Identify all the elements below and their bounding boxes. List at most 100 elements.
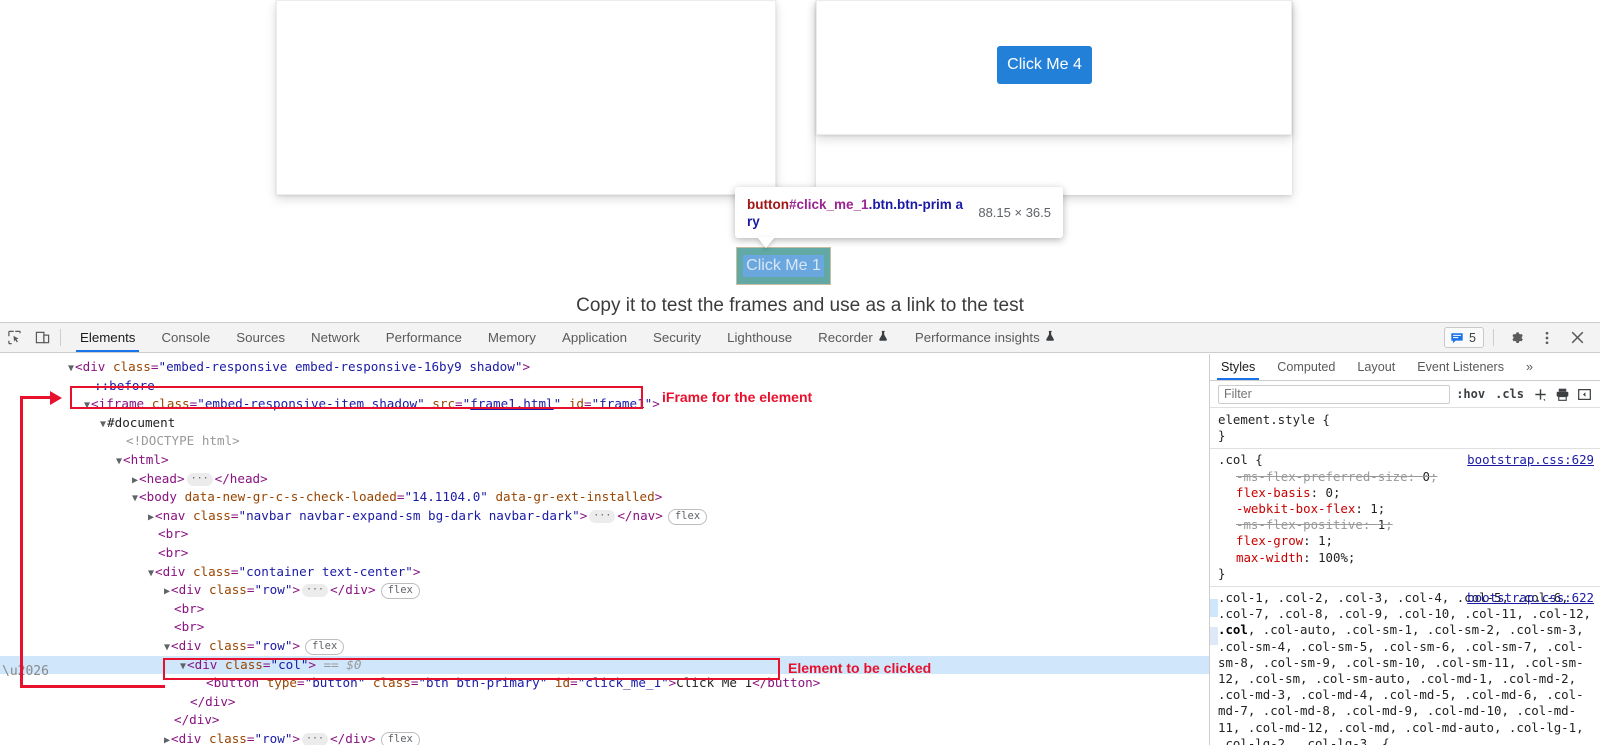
toolbar-right-separator bbox=[1493, 329, 1494, 346]
dom-node[interactable]: ::before bbox=[0, 377, 1209, 396]
css-rule-selector[interactable]: element.style { bbox=[1218, 412, 1594, 428]
close-icon[interactable] bbox=[1563, 325, 1591, 351]
dom-twisty-closed[interactable] bbox=[148, 512, 154, 523]
dom-node[interactable]: <br> bbox=[0, 600, 1209, 619]
dom-tree[interactable]: <div class="embed-responsive embed-respo… bbox=[0, 354, 1209, 745]
css-property[interactable]: flex-grow bbox=[1236, 533, 1303, 548]
css-declaration[interactable]: -webkit-box-flex: 1; bbox=[1218, 501, 1594, 517]
dom-node[interactable]: <br> bbox=[0, 618, 1209, 637]
dom-node[interactable]: <br> bbox=[0, 544, 1209, 563]
tooltip-tag: button bbox=[747, 197, 789, 212]
devtools-tab-recorder[interactable]: Recorder bbox=[805, 323, 902, 352]
css-value[interactable]: 1 bbox=[1378, 517, 1385, 532]
styles-tab-[interactable]: » bbox=[1515, 354, 1544, 380]
dom-node[interactable]: <div class="row">···</div>flex bbox=[0, 581, 1209, 600]
css-value[interactable]: 0 bbox=[1326, 485, 1333, 500]
devtools-tab-application[interactable]: Application bbox=[549, 323, 640, 352]
print-media-icon[interactable] bbox=[1552, 387, 1572, 402]
css-rule-selector[interactable]: .col-1, .col-2, .col-3, .col-4, .col-5, … bbox=[1218, 590, 1594, 745]
dom-node-selected[interactable]: <div class="col"> == $0 bbox=[0, 656, 1209, 675]
dom-node[interactable]: <br> bbox=[0, 525, 1209, 544]
styles-rules-list[interactable]: element.style {}.col {bootstrap.css:629-… bbox=[1210, 409, 1600, 745]
dom-twisty-open[interactable] bbox=[180, 661, 186, 672]
styles-tab-event-listeners[interactable]: Event Listeners bbox=[1406, 354, 1515, 380]
click-me-4-button[interactable]: Click Me 4 bbox=[997, 46, 1092, 84]
dom-twisty-open[interactable] bbox=[148, 568, 154, 579]
css-rule[interactable]: element.style {} bbox=[1210, 409, 1600, 449]
styles-tab-layout[interactable]: Layout bbox=[1346, 354, 1406, 380]
css-rule-origin[interactable]: bootstrap.css:629 bbox=[1467, 452, 1594, 468]
inspect-element-icon[interactable] bbox=[0, 323, 28, 352]
dom-twisty-closed[interactable] bbox=[164, 735, 170, 745]
device-toolbar-icon[interactable] bbox=[28, 323, 56, 352]
dom-twisty-closed[interactable] bbox=[132, 475, 138, 486]
styles-filter-input[interactable] bbox=[1218, 385, 1450, 404]
dom-node-markup: <div class="row">···</div>flex bbox=[171, 582, 420, 597]
dom-twisty-closed[interactable] bbox=[164, 586, 170, 597]
message-count-badge[interactable]: 5 bbox=[1444, 327, 1484, 348]
toggle-sidebar-icon[interactable] bbox=[1574, 387, 1594, 402]
elements-panel: <div class="embed-responsive embed-respo… bbox=[0, 354, 1209, 745]
plus-icon[interactable] bbox=[1530, 387, 1550, 402]
css-rule[interactable]: .col {bootstrap.css:629-ms-flex-preferre… bbox=[1210, 449, 1600, 587]
dom-node[interactable]: <head>···</head> bbox=[0, 470, 1209, 489]
dom-twisty-open[interactable] bbox=[116, 456, 122, 467]
cls-toggle[interactable]: .cls bbox=[1491, 387, 1528, 401]
css-declaration[interactable]: -ms-flex-positive: 1; bbox=[1218, 517, 1594, 533]
css-declaration[interactable]: -ms-flex-preferred-size: 0; bbox=[1218, 469, 1594, 485]
devtools-tab-lighthouse[interactable]: Lighthouse bbox=[714, 323, 805, 352]
dom-node[interactable]: <nav class="navbar navbar-expand-sm bg-d… bbox=[0, 507, 1209, 526]
css-property[interactable]: flex-basis bbox=[1236, 485, 1311, 500]
dom-twisty-open[interactable] bbox=[164, 642, 170, 653]
css-property[interactable]: -webkit-box-flex bbox=[1236, 501, 1355, 516]
devtools-tab-console[interactable]: Console bbox=[148, 323, 223, 352]
styles-tab-styles[interactable]: Styles bbox=[1210, 354, 1266, 380]
css-property[interactable]: max-width bbox=[1236, 550, 1303, 565]
dom-node[interactable]: <div class="embed-responsive embed-respo… bbox=[0, 358, 1209, 377]
devtools-tab-security[interactable]: Security bbox=[640, 323, 714, 352]
dom-node[interactable]: <iframe class="embed-responsive-item sha… bbox=[0, 395, 1209, 414]
hov-toggle[interactable]: :hov bbox=[1452, 387, 1489, 401]
css-property[interactable]: -ms-flex-positive bbox=[1236, 517, 1363, 532]
css-declaration[interactable]: max-width: 100%; bbox=[1218, 550, 1594, 566]
dom-twisty-open[interactable] bbox=[84, 400, 90, 411]
devtools-tab-sources[interactable]: Sources bbox=[223, 323, 298, 352]
dom-node[interactable]: </div> bbox=[0, 711, 1209, 730]
devtools-tab-performance-insights[interactable]: Performance insights bbox=[902, 323, 1069, 352]
gear-icon[interactable] bbox=[1503, 325, 1531, 351]
css-declaration[interactable]: flex-basis: 0; bbox=[1218, 485, 1594, 501]
css-property[interactable]: -ms-flex-preferred-size bbox=[1236, 469, 1408, 484]
dom-node[interactable]: #document bbox=[0, 414, 1209, 433]
css-value[interactable]: 1 bbox=[1370, 501, 1377, 516]
styles-panel: StylesComputedLayoutEvent Listeners» :ho… bbox=[1209, 354, 1600, 745]
dom-tree-overflow-dots: \u2026 bbox=[2, 664, 49, 679]
kebab-menu-icon[interactable] bbox=[1533, 325, 1561, 351]
dom-node[interactable]: <div class="row">···</div>flex bbox=[0, 730, 1209, 745]
dom-twisty-none bbox=[116, 437, 125, 448]
css-value[interactable]: 0 bbox=[1423, 469, 1430, 484]
dom-node[interactable]: </div> bbox=[0, 693, 1209, 712]
click-me-1-button-highlighted[interactable]: Click Me 1 bbox=[736, 247, 831, 285]
css-value[interactable]: 100% bbox=[1318, 550, 1348, 565]
devtools-tab-elements[interactable]: Elements bbox=[67, 323, 148, 352]
css-value[interactable]: 1 bbox=[1318, 533, 1325, 548]
devtools-tab-network[interactable]: Network bbox=[298, 323, 373, 352]
devtools-tab-performance[interactable]: Performance bbox=[373, 323, 475, 352]
dom-node[interactable]: <div class="container text-center"> bbox=[0, 563, 1209, 582]
inspector-tooltip: button#click_me_1.btn.btn-prim ary 88.15… bbox=[735, 187, 1063, 238]
annotation-arrow-head bbox=[50, 391, 62, 405]
inspector-tooltip-dimensions: 88.15 × 36.5 bbox=[978, 204, 1051, 221]
dom-node[interactable]: <div class="row">flex bbox=[0, 637, 1209, 656]
css-rule[interactable]: .col-1, .col-2, .col-3, .col-4, .col-5, … bbox=[1210, 587, 1600, 745]
dom-node[interactable]: <html> bbox=[0, 451, 1209, 470]
css-declaration[interactable]: flex-grow: 1; bbox=[1218, 533, 1594, 549]
css-rule-origin[interactable]: bootstrap.css:622 bbox=[1467, 590, 1594, 606]
dom-twisty-open[interactable] bbox=[100, 419, 106, 430]
devtools-tab-memory[interactable]: Memory bbox=[475, 323, 549, 352]
dom-twisty-open[interactable] bbox=[132, 493, 138, 504]
dom-node[interactable]: <body data-new-gr-c-s-check-loaded="14.1… bbox=[0, 488, 1209, 507]
dom-twisty-open[interactable] bbox=[68, 363, 74, 374]
dom-node[interactable]: <button type="button" class="btn btn-pri… bbox=[0, 674, 1209, 693]
dom-node[interactable]: <!DOCTYPE html> bbox=[0, 432, 1209, 451]
styles-tab-computed[interactable]: Computed bbox=[1266, 354, 1346, 380]
